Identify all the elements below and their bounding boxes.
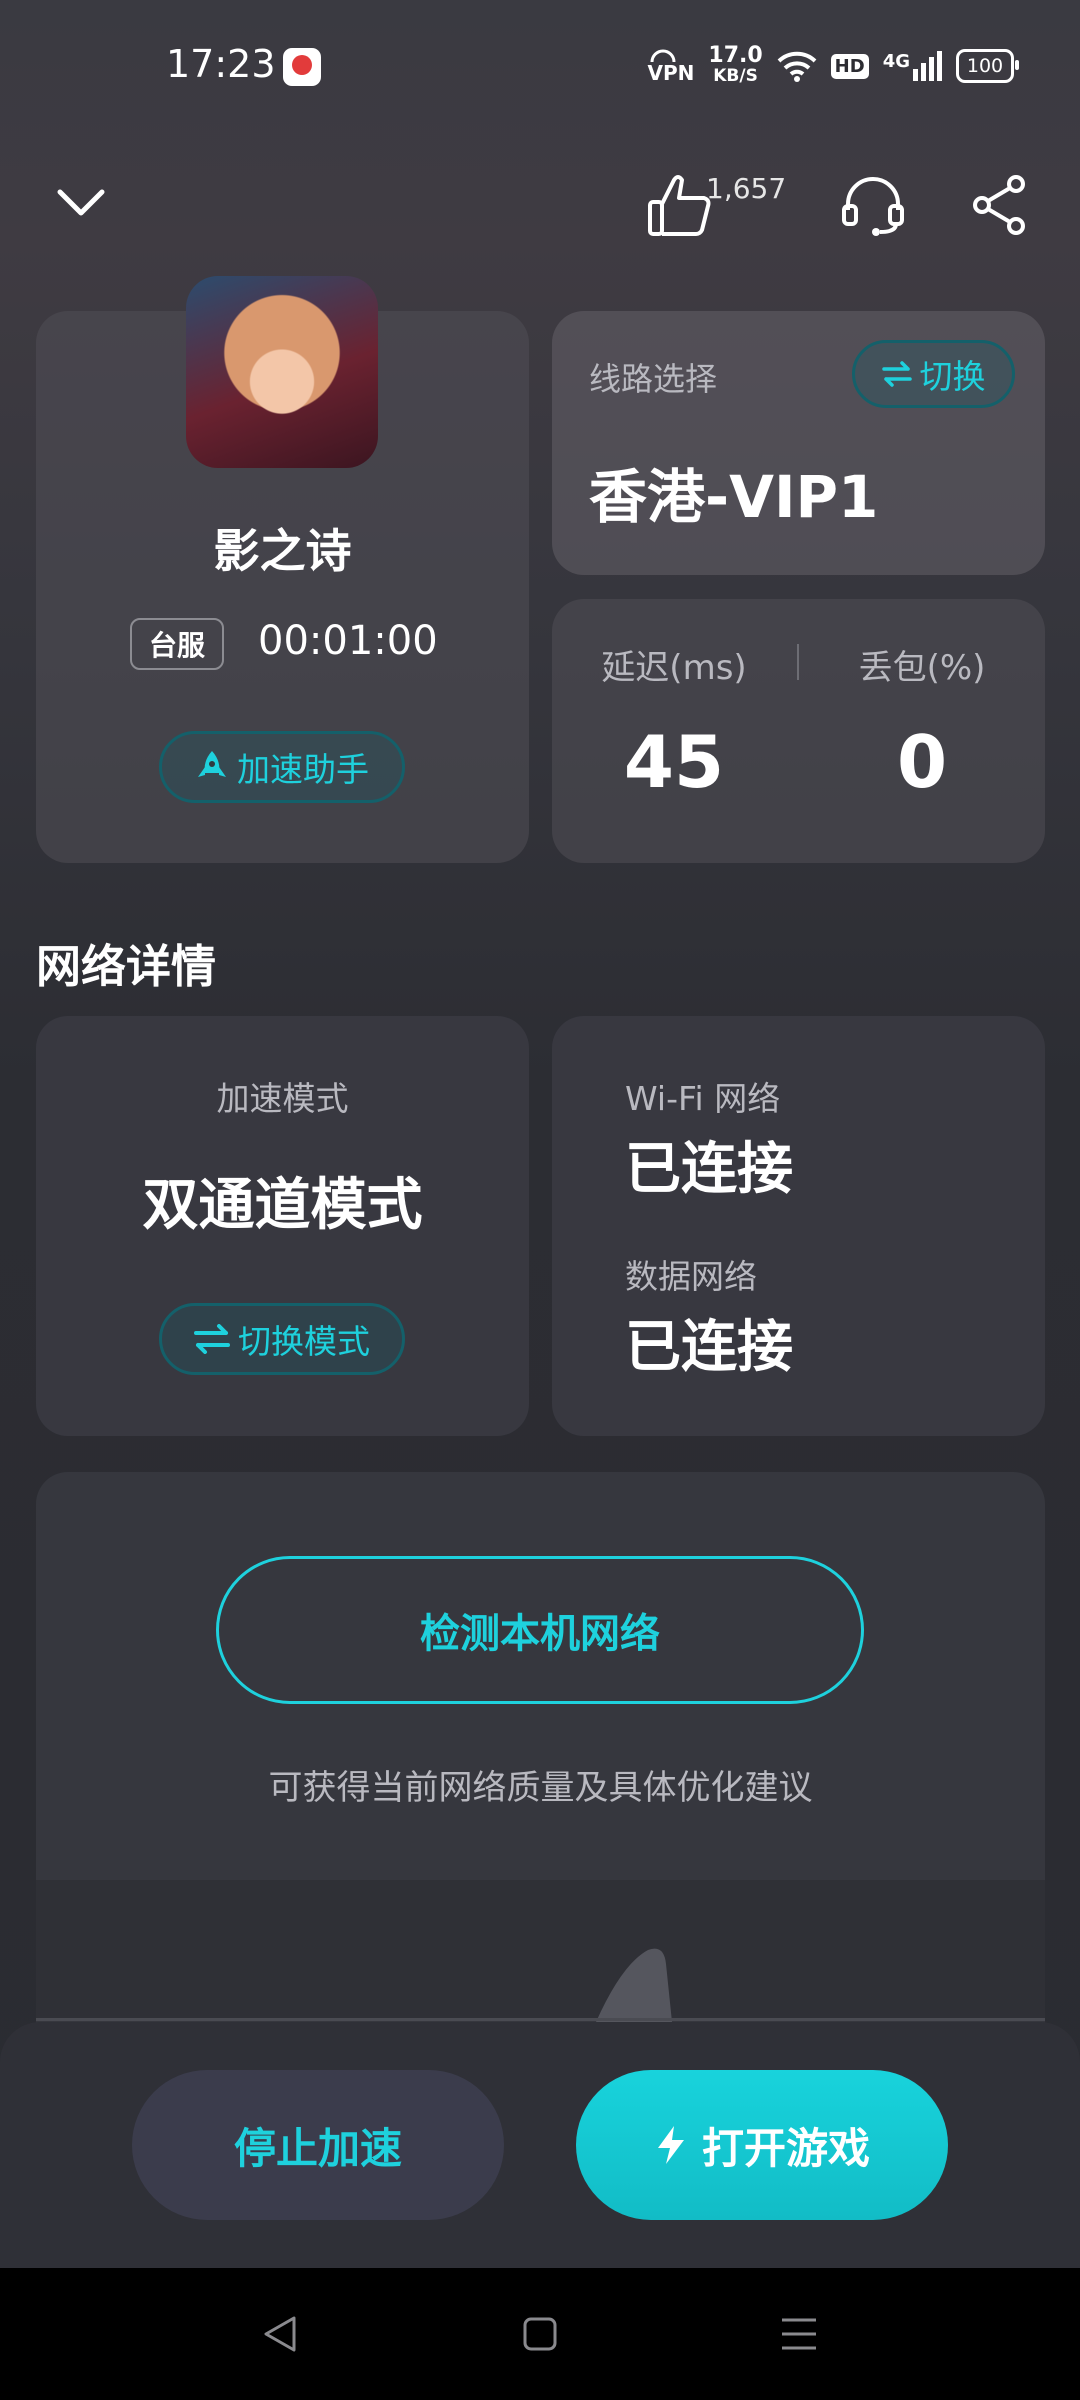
signal-type: 4G (882, 51, 910, 72)
swap-icon (881, 361, 912, 387)
switch-mode-label: 切换模式 (238, 1322, 370, 1361)
assistant-label: 加速助手 (237, 750, 369, 789)
thumbs-up-icon[interactable] (646, 172, 714, 238)
nav-home-icon[interactable] (522, 2316, 558, 2352)
wifi-icon (777, 51, 817, 82)
lightning-icon (657, 2126, 684, 2164)
packet-loss-value: 0 (896, 720, 948, 804)
latency-label: 延迟(ms) (601, 648, 747, 688)
section-title: 网络详情 (36, 940, 217, 993)
detect-illustration-area (36, 1880, 1045, 2020)
speed-unit: KB/S (713, 66, 758, 86)
route-label: 线路选择 (589, 360, 718, 398)
nav-back-icon[interactable] (262, 2314, 298, 2354)
vpn-indicator: VPN (647, 49, 695, 85)
status-time: 17:23 (166, 42, 276, 86)
data-network-status: 已连接 (625, 1315, 793, 1380)
route-value: 香港-VIP1 (589, 463, 879, 531)
share-icon[interactable] (972, 174, 1028, 236)
wifi-status: 已连接 (625, 1137, 793, 1202)
switch-mode-button[interactable]: 切换模式 (159, 1303, 405, 1375)
vpn-label: VPN (647, 61, 695, 85)
packet-loss-label: 丢包(%) (858, 648, 986, 688)
detect-network-button[interactable]: 检测本机网络 (216, 1556, 864, 1704)
game-title: 影之诗 (213, 524, 352, 578)
headset-icon[interactable] (840, 172, 906, 238)
wifi-label: Wi-Fi 网络 (625, 1079, 781, 1118)
battery-icon: 100 (956, 49, 1019, 83)
mode-label: 加速模式 (216, 1079, 349, 1118)
data-network-label: 数据网络 (625, 1257, 757, 1296)
open-game-label: 打开游戏 (701, 2123, 870, 2173)
route-switch-button[interactable]: 切换 (852, 340, 1015, 408)
fin-illustration-icon (596, 1948, 672, 2022)
rocket-icon (198, 751, 226, 777)
elapsed-time: 00:01:00 (258, 618, 438, 664)
open-game-button[interactable]: 打开游戏 (576, 2070, 948, 2220)
swap-icon (194, 1324, 230, 1354)
chevron-down-icon[interactable] (56, 186, 106, 220)
latency-value: 45 (623, 720, 725, 804)
like-count: 1,657 (706, 172, 787, 205)
stop-acceleration-button[interactable]: 停止加速 (132, 2070, 504, 2220)
divider (36, 2018, 1045, 2021)
route-switch-label: 切换 (919, 357, 986, 396)
nav-menu-icon[interactable] (780, 2316, 818, 2352)
status-icons: VPN 17.0 KB/S HD 4G 100 (647, 43, 1019, 88)
network-speed: 17.0 KB/S (708, 43, 763, 87)
mode-value: 双通道模式 (142, 1173, 423, 1238)
assistant-button[interactable]: 加速助手 (159, 731, 405, 803)
notification-app-icon (283, 48, 321, 86)
detect-hint: 可获得当前网络质量及具体优化建议 (268, 1768, 813, 1808)
stats-divider (797, 644, 799, 680)
battery-level: 100 (966, 55, 1004, 77)
speed-value: 17.0 (708, 43, 763, 68)
cell-signal-icon: 4G (883, 51, 942, 81)
game-icon (186, 276, 378, 468)
hd-badge: HD (830, 53, 869, 79)
server-badge: 台服 (130, 618, 224, 670)
